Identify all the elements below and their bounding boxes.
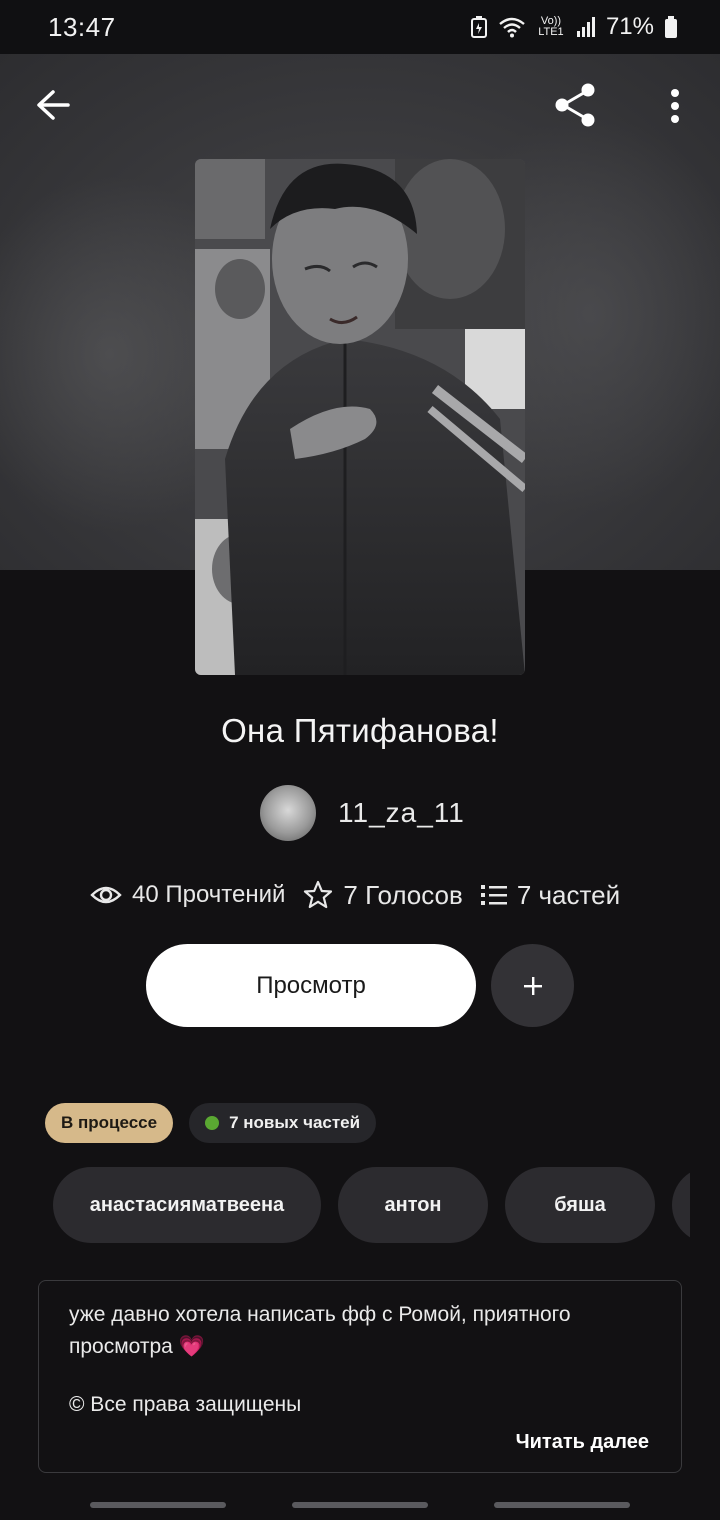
nav-handle[interactable] [494,1502,630,1508]
add-to-library-button[interactable] [491,944,574,1027]
status-badge: В процессе [45,1103,174,1143]
back-button[interactable] [28,80,78,130]
battery-percent: 71% [605,13,654,40]
tag-chip[interactable]: анастасияматвеена [53,1167,321,1243]
battery-icon [665,16,677,38]
battery-saver-icon [470,16,487,38]
author-avatar[interactable] [260,785,316,841]
nav-handle[interactable] [90,1502,226,1508]
arrow-left-icon [37,90,70,120]
copyright-text: © Все права защищены [69,1393,302,1416]
star-icon [304,880,333,909]
story-badges: В процессе 7 новых частей [45,1103,377,1143]
tag-list: анастасияматвеена антон бяша [53,1167,690,1243]
signal-icon [576,17,595,37]
author-name[interactable]: 11_za_11 [338,797,465,829]
network-label: Vo)) LTE1 [538,15,564,38]
reads-count: 40 Прочтений [132,881,286,908]
read-more-link[interactable]: Читать далее [516,1431,649,1454]
parts-count: 7 частей [516,879,621,910]
list-icon [480,885,507,905]
reads-stat: 40 Прочтений [90,881,285,909]
status-icons: Vo)) LTE1 71% [470,13,678,41]
tag-chip[interactable]: антон [338,1167,488,1243]
votes-count: 7 Голосов [343,879,463,910]
share-button[interactable] [548,78,602,132]
votes-stat: 7 Голосов [303,879,463,911]
story-details-screen: 13:47 Vo)) LTE1 71% Она Пятифанова! 11_z… [0,0,720,1520]
story-cover-image[interactable] [195,159,525,675]
read-story-button[interactable]: Просмотр [146,944,476,1027]
nav-handle[interactable] [292,1502,428,1508]
description-text: уже давно хотела написать фф с Ромой, пр… [69,1303,571,1358]
tag-chip[interactable]: бяша [505,1167,655,1243]
plus-icon [523,976,542,995]
description-card: уже давно хотела написать фф с Ромой, пр… [38,1280,682,1473]
new-dot-icon [205,1116,220,1130]
status-bar: 13:47 Vo)) LTE1 71% [0,0,720,54]
bottom-nav-handles [0,1502,720,1510]
status-time: 13:47 [48,11,116,42]
tag-chip[interactable] [672,1167,690,1243]
more-vertical-icon [671,89,679,123]
parts-stat: 7 частей [480,879,621,911]
new-parts-badge: 7 новых частей [189,1103,377,1143]
new-parts-label: 7 новых частей [229,1113,361,1132]
author-row[interactable]: 11_za_11 [260,785,465,841]
wifi-icon [499,17,525,38]
share-icon [555,83,595,127]
story-title: Она Пятифанова! [221,712,499,749]
story-stats: 40 Прочтений 7 Голосов 7 частей [90,874,650,916]
eye-icon [90,886,122,904]
more-options-button[interactable] [654,80,696,132]
